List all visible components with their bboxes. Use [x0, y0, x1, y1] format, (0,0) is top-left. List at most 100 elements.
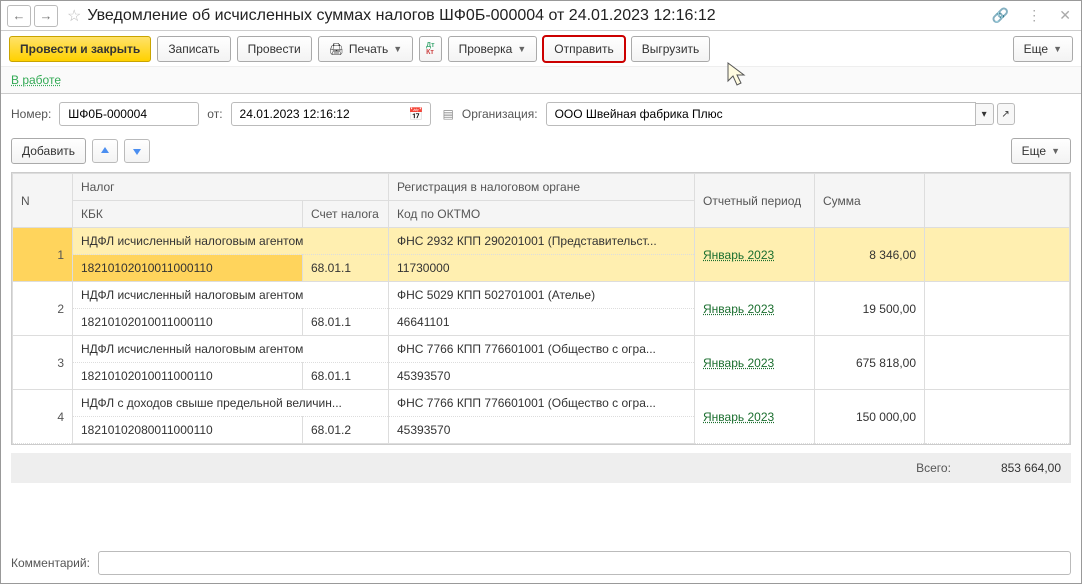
cell-tax[interactable]: НДФЛ исчисленный налоговым агентом: [73, 282, 389, 309]
cell-reg[interactable]: ФНС 2932 КПП 290201001 (Представительст.…: [389, 228, 695, 255]
dt-kt-icon: ДтКт: [426, 42, 434, 56]
move-up-button[interactable]: [92, 139, 118, 163]
cell-acct[interactable]: 68.01.1: [303, 309, 389, 336]
caret-down-icon: ▼: [1051, 146, 1060, 156]
cell-n: 2: [13, 282, 73, 336]
cell-acct[interactable]: 68.01.1: [303, 363, 389, 390]
col-oktmo[interactable]: Код по ОКТМО: [389, 201, 695, 228]
org-label: Организация:: [462, 107, 538, 121]
col-reg[interactable]: Регистрация в налоговом органе: [389, 174, 695, 201]
cell-period[interactable]: Январь 2023: [695, 228, 815, 282]
cell-tax[interactable]: НДФЛ с доходов свыше предельной величин.…: [73, 390, 389, 417]
date-input[interactable]: 📅: [231, 102, 431, 126]
cell-sum[interactable]: 8 346,00: [815, 228, 925, 282]
printer-icon: 🖨: [329, 42, 344, 56]
tax-table: N Налог Регистрация в налоговом органе О…: [11, 172, 1071, 445]
favorite-star-icon[interactable]: ☆: [67, 6, 81, 26]
cell-sum[interactable]: 150 000,00: [815, 390, 925, 444]
add-row-button[interactable]: Добавить: [11, 138, 86, 164]
calendar-icon[interactable]: 📅: [409, 107, 424, 121]
nav-forward-button[interactable]: →: [34, 5, 58, 27]
export-button[interactable]: Выгрузить: [631, 36, 711, 62]
status-row: В работе: [1, 67, 1081, 94]
main-toolbar: Провести и закрыть Записать Провести 🖨 П…: [1, 31, 1081, 67]
cell-kbk[interactable]: 18210102080011000110: [73, 417, 303, 444]
table-row[interactable]: 2НДФЛ исчисленный налоговым агентомФНС 5…: [13, 282, 1070, 309]
col-sum[interactable]: Сумма: [815, 174, 925, 228]
total-label: Всего:: [916, 461, 951, 475]
table-more-button[interactable]: Еще ▼: [1011, 138, 1071, 164]
cell-n: 1: [13, 228, 73, 282]
total-row: Всего: 853 664,00: [11, 453, 1071, 483]
cell-reg[interactable]: ФНС 7766 КПП 776601001 (Общество с огра.…: [389, 336, 695, 363]
cell-sum[interactable]: 19 500,00: [815, 282, 925, 336]
more-button[interactable]: Еще ▼: [1013, 36, 1073, 62]
table-row[interactable]: 3НДФЛ исчисленный налоговым агентомФНС 7…: [13, 336, 1070, 363]
org-input[interactable]: [546, 102, 976, 126]
from-label: от:: [207, 107, 222, 121]
table-row[interactable]: 1НДФЛ исчисленный налоговым агентомФНС 2…: [13, 228, 1070, 255]
total-value: 853 664,00: [1001, 461, 1061, 475]
send-button[interactable]: Отправить: [543, 36, 625, 62]
link-icon[interactable]: 🔗: [988, 4, 1013, 27]
cell-extra: [925, 390, 1070, 444]
cell-sum[interactable]: 675 818,00: [815, 336, 925, 390]
caret-down-icon: ▼: [517, 44, 526, 54]
org-open-button[interactable]: ↗: [997, 103, 1015, 125]
status-link[interactable]: В работе: [11, 73, 61, 87]
table-toolbar: Добавить Еще ▼: [1, 134, 1081, 168]
header-fields: Номер: от: 📅 ▤ Организация: ▾ ↗: [1, 94, 1081, 134]
cell-oktmo[interactable]: 46641101: [389, 309, 695, 336]
cell-kbk[interactable]: 18210102010011000110: [73, 363, 303, 390]
window-title: Уведомление об исчисленных суммах налого…: [87, 7, 987, 25]
caret-down-icon: ▼: [1053, 44, 1062, 54]
cell-reg[interactable]: ФНС 7766 КПП 776601001 (Общество с огра.…: [389, 390, 695, 417]
table-row[interactable]: 4НДФЛ с доходов свыше предельной величин…: [13, 390, 1070, 417]
move-down-button[interactable]: [124, 139, 150, 163]
col-tax[interactable]: Налог: [73, 174, 389, 201]
cell-n: 3: [13, 336, 73, 390]
save-button[interactable]: Записать: [157, 36, 230, 62]
col-period[interactable]: Отчетный период: [695, 174, 815, 228]
cell-tax[interactable]: НДФЛ исчисленный налоговым агентом: [73, 336, 389, 363]
nav-back-button[interactable]: ←: [7, 5, 31, 27]
cell-tax[interactable]: НДФЛ исчисленный налоговым агентом: [73, 228, 389, 255]
col-n[interactable]: N: [13, 174, 73, 228]
cell-kbk[interactable]: 18210102010011000110: [73, 309, 303, 336]
org-dropdown-button[interactable]: ▾: [976, 103, 994, 125]
titlebar: ← → ☆ Уведомление об исчисленных суммах …: [1, 1, 1081, 31]
cell-extra: [925, 282, 1070, 336]
kebab-menu-icon[interactable]: ⋮: [1023, 4, 1045, 27]
cell-oktmo[interactable]: 11730000: [389, 255, 695, 282]
close-icon[interactable]: ✕: [1055, 4, 1075, 27]
arrow-up-icon: [99, 145, 111, 157]
number-label: Номер:: [11, 107, 51, 121]
col-kbk[interactable]: КБК: [73, 201, 303, 228]
col-extra: [925, 174, 1070, 228]
post-and-close-button[interactable]: Провести и закрыть: [9, 36, 151, 62]
cell-period[interactable]: Январь 2023: [695, 390, 815, 444]
cell-acct[interactable]: 68.01.1: [303, 255, 389, 282]
cell-extra: [925, 228, 1070, 282]
cell-extra: [925, 336, 1070, 390]
cell-acct[interactable]: 68.01.2: [303, 417, 389, 444]
col-acct[interactable]: Счет налога: [303, 201, 389, 228]
comment-row: Комментарий:: [11, 551, 1071, 575]
cell-period[interactable]: Январь 2023: [695, 282, 815, 336]
cell-reg[interactable]: ФНС 5029 КПП 502701001 (Ателье): [389, 282, 695, 309]
dt-kt-button[interactable]: ДтКт: [419, 36, 441, 62]
arrow-down-icon: [131, 145, 143, 157]
cell-kbk[interactable]: 18210102010011000110: [73, 255, 303, 282]
caret-down-icon: ▼: [393, 44, 402, 54]
print-button[interactable]: 🖨 Печать ▼: [318, 36, 413, 62]
cell-n: 4: [13, 390, 73, 444]
cell-oktmo[interactable]: 45393570: [389, 417, 695, 444]
cell-period[interactable]: Январь 2023: [695, 336, 815, 390]
cell-oktmo[interactable]: 45393570: [389, 363, 695, 390]
comment-label: Комментарий:: [11, 556, 90, 570]
check-button[interactable]: Проверка ▼: [448, 36, 538, 62]
comment-input[interactable]: [98, 551, 1071, 575]
post-button[interactable]: Провести: [237, 36, 312, 62]
form-icon[interactable]: ▤: [443, 107, 454, 121]
number-input[interactable]: [59, 102, 199, 126]
